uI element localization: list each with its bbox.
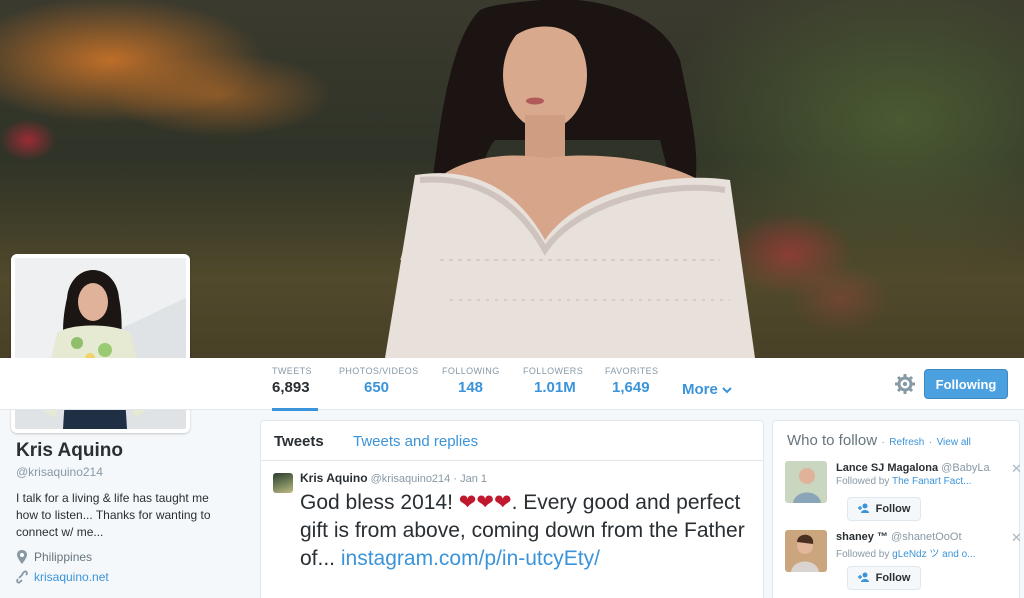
- refresh-link[interactable]: Refresh: [889, 437, 924, 448]
- follow-button[interactable]: Follow: [847, 566, 921, 590]
- gear-icon[interactable]: [894, 373, 916, 395]
- suggestion-item: Lance SJ Magalona @BabyLa... Followed by…: [785, 461, 1022, 525]
- more-menu-link[interactable]: More: [682, 381, 732, 398]
- stat-following[interactable]: FOLLOWING 148: [442, 366, 500, 410]
- stat-followers-value: 1.01M: [534, 379, 576, 396]
- suggestion-handle: @shanetOoOt: [891, 531, 962, 543]
- heart-icons: ❤❤❤: [458, 491, 512, 514]
- profile-handle[interactable]: @krisaquino214: [16, 465, 236, 479]
- close-icon[interactable]: ✕: [1011, 530, 1022, 546]
- profile-card: Kris Aquino @krisaquino214 I talk for a …: [16, 440, 236, 584]
- stat-favorites-value: 1,649: [612, 379, 650, 396]
- more-label: More: [682, 381, 718, 398]
- who-to-follow-panel: Who to follow · Refresh · View all Lance…: [772, 420, 1022, 598]
- who-to-follow-title: Who to follow: [787, 432, 878, 449]
- tweet-text-start: God bless 2014!: [300, 491, 459, 514]
- timeline-tabs: Tweets Tweets and replies: [261, 421, 763, 461]
- stat-tweets[interactable]: TWEETS 6,893: [272, 366, 318, 411]
- tweet-header: Kris Aquino @krisaquino214 · Jan 1: [300, 471, 751, 485]
- suggestion-avatar[interactable]: [785, 461, 827, 503]
- tweet-date[interactable]: Jan 1: [460, 473, 487, 485]
- suggestion-handle: @BabyLa...: [941, 462, 991, 474]
- tweet-text: God bless 2014! ❤❤❤. Every good and perf…: [300, 489, 750, 573]
- tweet-author-handle[interactable]: @krisaquino214: [371, 473, 451, 485]
- stat-followers-label: FOLLOWERS: [523, 366, 584, 376]
- suggestion-followed-by: Followed by The Fanart Fact...: [836, 476, 991, 487]
- follow-label: Follow: [875, 503, 911, 515]
- tweet-link[interactable]: instagram.com/p/in-utcyEty/: [341, 547, 600, 570]
- suggestion-avatar[interactable]: [785, 530, 827, 572]
- close-icon[interactable]: ✕: [1011, 461, 1022, 477]
- follow-label: Follow: [875, 572, 911, 584]
- suggestion-name: shaney ™: [836, 531, 888, 543]
- stat-favorites[interactable]: FAVORITES 1,649: [605, 366, 658, 410]
- tweet-author-name[interactable]: Kris Aquino: [300, 471, 368, 485]
- tweet-avatar[interactable]: [273, 473, 293, 493]
- stat-following-label: FOLLOWING: [442, 366, 500, 376]
- location-pin-icon: [17, 550, 27, 564]
- timeline-panel: Tweets Tweets and replies Kris Aquino @k…: [260, 420, 764, 598]
- tab-tweets-and-replies[interactable]: Tweets and replies: [353, 433, 478, 450]
- stat-favorites-label: FAVORITES: [605, 366, 659, 376]
- suggestion-name-line[interactable]: shaney ™ @shanetOoOt: [836, 531, 991, 543]
- profile-name[interactable]: Kris Aquino: [16, 440, 236, 462]
- following-button[interactable]: Following: [924, 369, 1008, 399]
- tweet-separator: ·: [453, 473, 458, 485]
- suggestion-followed-by: Followed by gLeNdz ツ and o...: [836, 545, 991, 560]
- tab-tweets[interactable]: Tweets: [274, 433, 324, 450]
- link-icon: [16, 570, 28, 584]
- followed-by-prefix: Followed by: [836, 476, 890, 487]
- followed-by-prefix: Followed by: [836, 549, 890, 560]
- chevron-down-icon: [722, 387, 732, 394]
- stat-following-value: 148: [458, 379, 484, 396]
- profile-location: Philippines: [16, 550, 236, 564]
- banner-portrait: [385, 0, 755, 358]
- who-to-follow-header: Who to follow · Refresh · View all: [787, 432, 971, 450]
- view-all-link[interactable]: View all: [937, 437, 971, 448]
- profile-bio: I talk for a living & life has taught me…: [16, 491, 211, 539]
- stat-photos-videos-label: PHOTOS/VIDEOS: [339, 366, 419, 376]
- add-user-icon: [857, 572, 869, 582]
- stat-photos-videos-value: 650: [364, 379, 390, 396]
- location-text: Philippines: [34, 550, 93, 564]
- profile-website[interactable]: krisaquino.net: [16, 570, 236, 584]
- header-dot: ·: [881, 437, 885, 448]
- header-dot: ·: [928, 437, 933, 448]
- stat-photos-videos[interactable]: PHOTOS/VIDEOS 650: [339, 366, 419, 410]
- stat-tweets-value: 6,893: [272, 379, 310, 396]
- tweet-item[interactable]: Kris Aquino @krisaquino214 · Jan 1 God b…: [261, 461, 763, 583]
- stat-tweets-label: TWEETS: [272, 366, 312, 376]
- suggestion-name: Lance SJ Magalona: [836, 462, 939, 474]
- profile-nav-bar: TWEETS 6,893 PHOTOS/VIDEOS 650 FOLLOWING…: [0, 358, 1024, 411]
- website-text: krisaquino.net: [34, 570, 109, 584]
- stat-followers[interactable]: FOLLOWERS 1.01M: [523, 366, 583, 410]
- follow-button[interactable]: Follow: [847, 497, 921, 521]
- followed-by-link[interactable]: The Fanart Fact...: [892, 476, 971, 487]
- suggestion-name-line[interactable]: Lance SJ Magalona @BabyLa...: [836, 462, 991, 474]
- suggestion-item: shaney ™ @shanetOoOt Followed by gLeNdz …: [785, 530, 1022, 594]
- add-user-icon: [857, 503, 869, 513]
- followed-by-link[interactable]: gLeNdz ツ and o...: [892, 549, 975, 560]
